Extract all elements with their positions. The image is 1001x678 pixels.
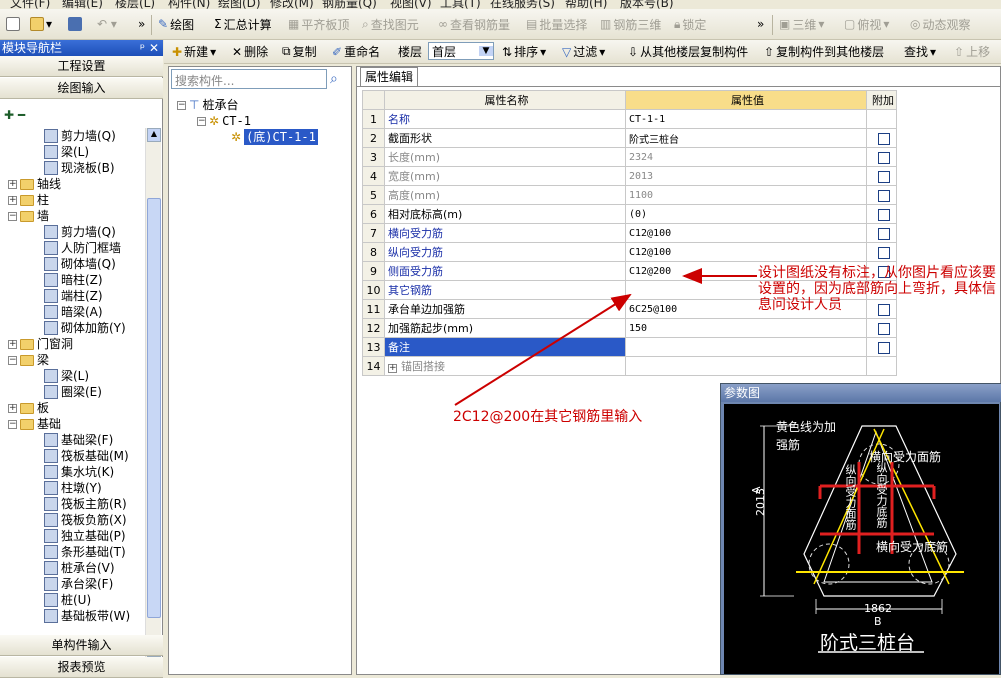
param-diagram-window: 参数图 黄色线为加强筋 横向受力面筋 横向受力底筋 纵向受力面筋 纵向受力底筋 … — [720, 383, 1001, 675]
dim-b-value: 1862 — [864, 602, 892, 615]
label-v-bottom-rebar: 纵向受力底筋 — [875, 462, 888, 528]
param-diagram-header: 参数图 — [721, 384, 1001, 402]
label-v-face-rebar: 纵向受力面筋 — [844, 464, 857, 530]
param-diagram-canvas: 黄色线为加强筋 横向受力面筋 横向受力底筋 纵向受力面筋 纵向受力底筋 A 20… — [724, 404, 999, 674]
label-bottom-rebar: 横向受力底筋 — [876, 540, 949, 554]
diagram-caption: 阶式三桩台 — [820, 632, 916, 654]
label-yellow-reinforcement: 黄色线为加强筋 — [776, 420, 837, 452]
dim-b-letter: B — [874, 615, 882, 628]
arrow-to-other-rebar — [454, 293, 632, 406]
dim-a-value: 2013 — [754, 488, 767, 516]
